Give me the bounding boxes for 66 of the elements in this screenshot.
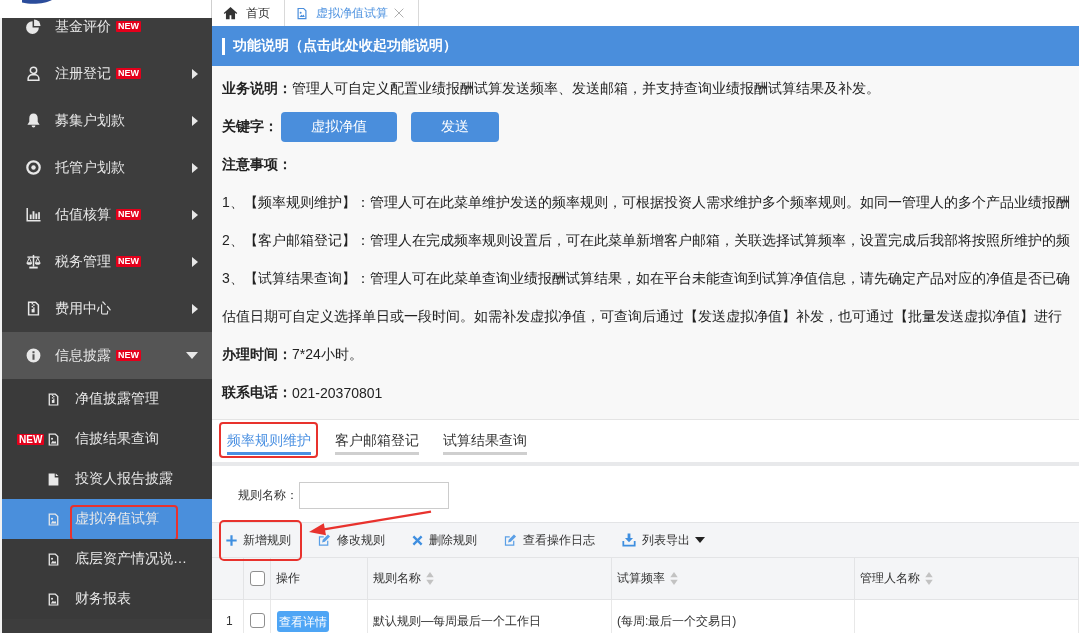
toolbar-button[interactable]: 查看操作日志 bbox=[497, 523, 602, 557]
zip-file-icon bbox=[26, 301, 41, 316]
dot-circle-icon bbox=[26, 160, 41, 175]
balance-scale-icon bbox=[26, 254, 41, 269]
table-cell: (每周:最后一个交易日) bbox=[612, 600, 855, 633]
image-file-icon bbox=[47, 591, 60, 607]
tab[interactable]: 客户邮箱登记 bbox=[335, 430, 419, 455]
column-header: 操作 bbox=[271, 558, 368, 599]
image-file-icon bbox=[47, 431, 60, 447]
menu-item[interactable]: 税务管理 NEW bbox=[2, 238, 212, 285]
new-badge: NEW bbox=[116, 21, 141, 32]
download-icon bbox=[622, 533, 636, 547]
new-badge: NEW bbox=[116, 350, 141, 361]
section-label: 办理时间： bbox=[222, 346, 292, 364]
title-marker-icon bbox=[222, 37, 225, 55]
zip-file-icon bbox=[47, 391, 60, 407]
note-text: 1、【频率规则维护】：管理人可在此菜单维护发送的频率规则，可根据投资人需求维护多个频率规则。如同一管理人的多个产品业绩报酬 bbox=[222, 194, 1070, 212]
phone-number: 021-20370801 bbox=[292, 385, 383, 401]
note-text: 估值日期可自定义选择单日或一段时间。如需补发虚拟净值，可查询后通过【发送虚拟净值】补发，也可通过【批量发送虚拟净值】进行 bbox=[222, 308, 1062, 326]
menu-item[interactable]: 托管户划款 bbox=[2, 144, 212, 191]
section-label: 业务说明： bbox=[222, 80, 292, 98]
menu-item[interactable]: 基金评价 NEW bbox=[2, 18, 212, 50]
input-field[interactable] bbox=[299, 482, 449, 509]
new-badge: NEW bbox=[116, 256, 141, 267]
menu-item[interactable]: 注册登记 NEW bbox=[2, 50, 212, 97]
field-label: 规则名称： bbox=[238, 487, 299, 504]
checkbox[interactable] bbox=[250, 571, 265, 586]
checkbox[interactable] bbox=[250, 613, 265, 628]
logo-icon bbox=[22, 0, 52, 5]
column-header[interactable]: 管理人名称 bbox=[855, 558, 1079, 599]
plus-icon bbox=[226, 534, 237, 546]
pie-chart-icon bbox=[26, 19, 41, 34]
new-badge: NEW bbox=[116, 68, 141, 79]
edit-icon bbox=[318, 534, 331, 546]
table-cell: 默认规则—每周最后一个工作日 bbox=[368, 600, 612, 633]
note-text: 3、【试算结果查询】：管理人可在此菜单查询业绩报酬试算结果，如在平台未能查询到试算净值信息，请先确定产品对应的净值是否已确 bbox=[222, 270, 1070, 288]
column-header[interactable]: 规则名称 bbox=[368, 558, 612, 599]
notes-heading: 注意事项： bbox=[222, 156, 292, 174]
menu-item[interactable]: 募集户划款 bbox=[2, 97, 212, 144]
new-badge: NEW bbox=[17, 433, 45, 445]
section-label: 联系电话： bbox=[222, 384, 292, 402]
user-icon bbox=[26, 66, 41, 81]
new-badge: NEW bbox=[116, 209, 141, 220]
hours-text: 7*24小时。 bbox=[292, 346, 363, 364]
edit-icon bbox=[504, 534, 517, 546]
row-number: 1 bbox=[212, 600, 244, 633]
home-icon bbox=[223, 6, 238, 20]
tab[interactable]: 试算结果查询 bbox=[443, 430, 527, 455]
note-text: 2、【客户邮箱登记】：管理人在完成频率规则设置后，可在此菜单新增客户邮箱，关联选择试算频率，设置完成后我部将按照所维护的频 bbox=[222, 232, 1070, 250]
toolbar-button[interactable]: 列表导出 bbox=[615, 523, 712, 557]
bell-icon bbox=[26, 113, 41, 128]
toolbar-button[interactable]: 删除规则 bbox=[405, 523, 484, 557]
menu-item[interactable]: 估值核算 NEW bbox=[2, 191, 212, 238]
section-label: 关键字： bbox=[222, 118, 278, 136]
toolbar-button[interactable]: 修改规则 bbox=[311, 523, 392, 557]
menu-item[interactable]: 费用中心 bbox=[2, 285, 212, 332]
description-text: 管理人可自定义配置业绩报酬试算发送频率、发送邮箱，并支持查询业绩报酬试算结果及补发。 bbox=[292, 80, 880, 98]
image-file-icon bbox=[296, 5, 308, 21]
menu-item[interactable]: 信息披露 NEW bbox=[2, 332, 212, 379]
image-file-icon bbox=[47, 551, 60, 567]
column-header[interactable]: 试算频率 bbox=[612, 558, 855, 599]
cross-icon bbox=[412, 534, 423, 546]
bar-chart-icon bbox=[26, 207, 41, 222]
image-file-icon bbox=[47, 511, 60, 527]
info-icon bbox=[26, 348, 41, 363]
file-icon bbox=[47, 471, 60, 487]
